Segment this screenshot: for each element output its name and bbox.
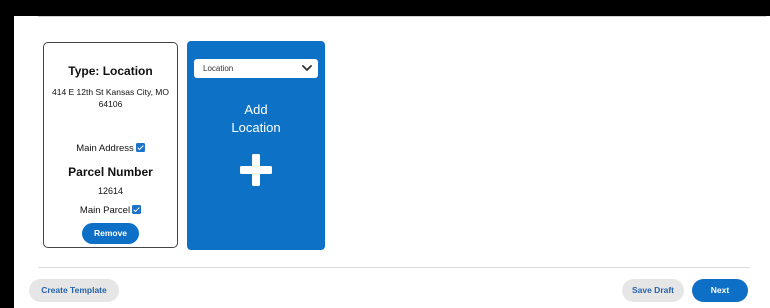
main-address-row: Main Address — [44, 143, 177, 154]
create-template-button[interactable]: Create Template — [29, 279, 119, 302]
add-location-label-line1: Add — [244, 102, 268, 117]
main-parcel-checkbox[interactable] — [132, 205, 142, 214]
main-parcel-label: Main Parcel — [79, 205, 131, 216]
location-address: 414 E 12th St Kansas City, MO 64106 — [51, 87, 169, 109]
footer-divider — [38, 267, 750, 268]
location-type-select[interactable]: Location — [194, 59, 318, 78]
chevron-down-icon — [302, 65, 312, 71]
plus-icon[interactable] — [240, 154, 272, 186]
location-card: Type: Location 414 E 12th St Kansas City… — [43, 42, 178, 248]
add-location-panel[interactable]: Location Add Location — [187, 41, 325, 250]
form-frame: Type: Location 414 E 12th St Kansas City… — [14, 16, 770, 308]
add-location-label: Add Location — [187, 101, 325, 137]
location-type-title: Type: Location — [68, 64, 153, 78]
next-button[interactable]: Next — [692, 279, 748, 302]
main-address-label: Main Address — [76, 143, 134, 154]
main-parcel-row: Main Parcel — [44, 205, 177, 216]
parcel-number-value: 12614 — [97, 186, 124, 196]
top-divider — [38, 16, 766, 17]
parcel-number-title: Parcel Number — [68, 165, 153, 179]
main-address-checkbox[interactable] — [135, 143, 145, 152]
save-draft-button[interactable]: Save Draft — [622, 279, 684, 302]
remove-button[interactable]: Remove — [82, 223, 139, 244]
location-type-select-value: Location — [203, 64, 234, 73]
add-location-label-line2: Location — [231, 120, 281, 135]
